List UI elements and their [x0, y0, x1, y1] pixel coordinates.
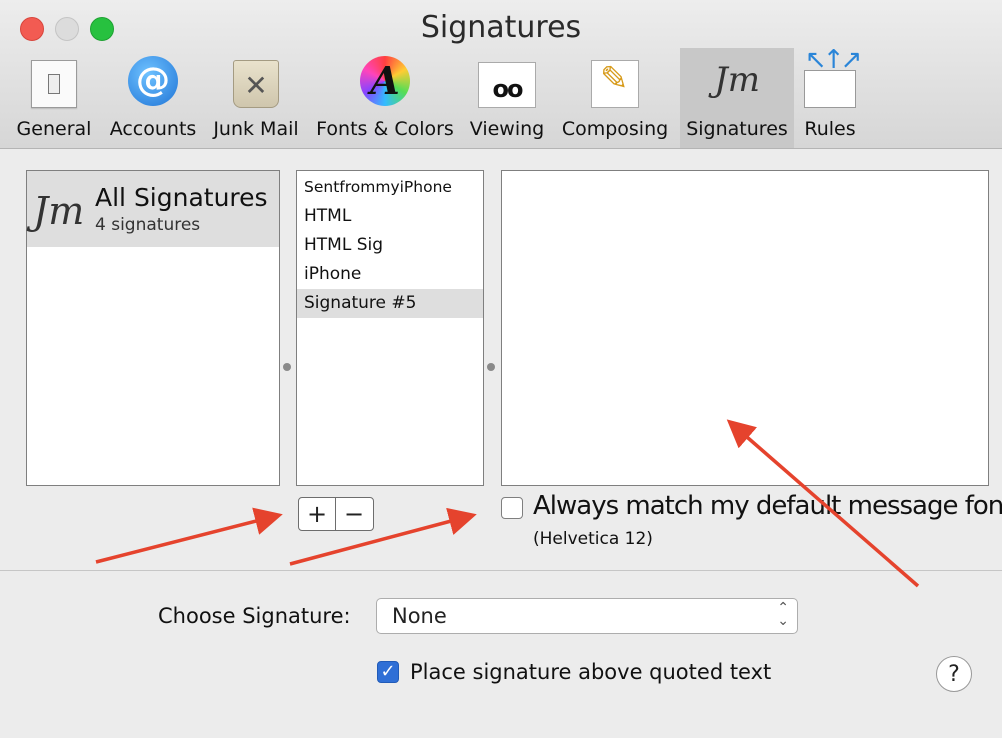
signature-editor[interactable] — [501, 170, 989, 486]
trash-bin-icon: ✕ — [233, 60, 279, 108]
tab-label: Rules — [804, 118, 856, 140]
glasses-envelope-icon: oo — [478, 62, 536, 108]
tab-fonts-colors[interactable]: A Fonts & Colors — [312, 48, 458, 148]
list-item[interactable]: SentfrommyiPhone — [297, 173, 483, 202]
all-signatures-title: All Signatures — [95, 183, 268, 212]
place-above-quoted-label[interactable]: Place signature above quoted text — [410, 660, 771, 684]
add-remove-control: + − — [298, 497, 374, 531]
signature-scribble-icon: Jm — [714, 60, 760, 100]
choose-signature-label: Choose Signature: — [158, 604, 351, 628]
tab-viewing[interactable]: oo Viewing — [464, 48, 550, 148]
tab-rules[interactable]: ↖↑↗ Rules — [798, 45, 862, 148]
tab-junk-mail[interactable]: ✕ Junk Mail — [208, 48, 304, 148]
list-item[interactable]: HTML — [297, 202, 483, 231]
tab-label: Signatures — [686, 118, 788, 140]
tab-label: Viewing — [469, 118, 545, 140]
choose-signature-select[interactable]: None ⌃ ⌄ — [376, 598, 798, 634]
section-divider — [0, 570, 1002, 571]
tab-label: Junk Mail — [213, 118, 299, 140]
remove-signature-button[interactable]: − — [336, 498, 372, 530]
always-match-font-label[interactable]: Always match my default message font — [533, 491, 1002, 521]
pane-splitter-handle[interactable] — [487, 363, 495, 371]
select-arrows-icon: ⌃ ⌄ — [777, 600, 789, 629]
signature-list[interactable]: SentfrommyiPhone HTML HTML Sig iPhone Si… — [296, 170, 484, 486]
tab-label: Accounts — [109, 118, 197, 140]
list-item[interactable]: iPhone — [297, 260, 483, 289]
signature-scribble-icon: Jm — [33, 189, 85, 233]
tab-signatures[interactable]: Jm Signatures — [680, 48, 794, 148]
tab-label: Fonts & Colors — [316, 118, 454, 140]
all-signatures-row[interactable]: Jm All Signatures 4 signatures — [27, 171, 279, 247]
tab-label: Composing — [561, 118, 669, 140]
font-color-wheel-icon: A — [360, 56, 410, 106]
window-titlebar: Signatures General @ Accounts ✕ Junk Mai… — [0, 0, 1002, 149]
pencil-paper-icon: ✎ — [591, 59, 639, 108]
font-hint: (Helvetica 12) — [533, 529, 653, 549]
checkmark-icon: ✓ — [380, 661, 396, 682]
add-signature-button[interactable]: + — [299, 498, 336, 530]
at-sign-icon: @ — [128, 56, 178, 106]
annotation-arrow — [95, 507, 283, 564]
list-item[interactable]: HTML Sig — [297, 231, 483, 260]
preferences-toolbar: General @ Accounts ✕ Junk Mail A Fonts &… — [0, 45, 1002, 148]
general-switch-icon — [31, 60, 77, 108]
signature-count: 4 signatures — [95, 215, 201, 235]
pane-splitter-handle[interactable] — [283, 363, 291, 371]
tab-composing[interactable]: ✎ Composing — [556, 48, 674, 148]
list-item[interactable]: Signature #5 — [297, 289, 483, 318]
choose-signature-value: None — [392, 604, 447, 628]
window-title: Signatures — [420, 10, 582, 45]
tab-label: General — [16, 118, 92, 140]
envelope-arrows-icon: ↖↑↗ — [804, 45, 862, 108]
tab-accounts[interactable]: @ Accounts — [106, 48, 200, 148]
signature-accounts-list[interactable]: Jm All Signatures 4 signatures — [26, 170, 280, 486]
help-button[interactable]: ? — [936, 656, 972, 692]
tab-general[interactable]: General — [12, 48, 96, 148]
always-match-font-checkbox[interactable] — [501, 497, 523, 519]
place-above-quoted-checkbox[interactable]: ✓ — [377, 661, 399, 683]
